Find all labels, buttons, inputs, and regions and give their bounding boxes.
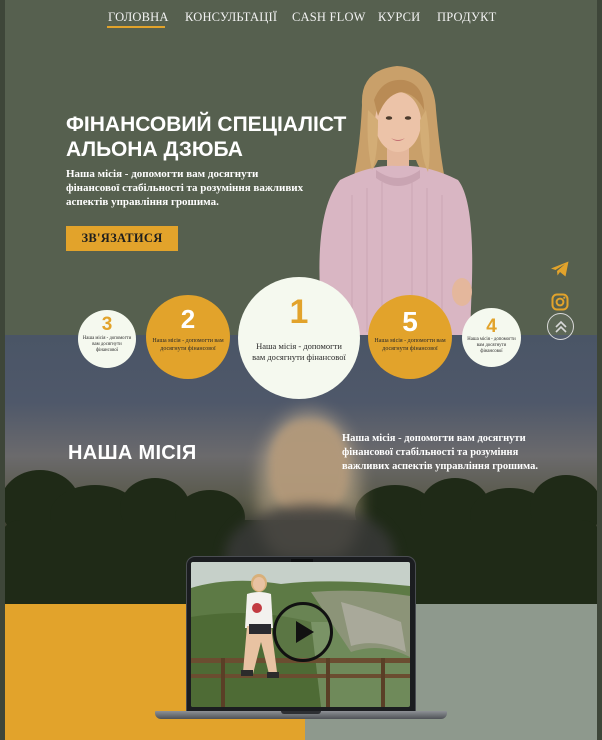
step-circle-1[interactable]: 1 Наша місія - допомогти вам досягнути ф… <box>238 277 360 399</box>
play-button[interactable] <box>273 602 333 662</box>
step-text: Наша місія - допомогти вам досягнути фін… <box>374 338 446 352</box>
step-text: Наша місія - допомогти вам досягнути фін… <box>252 341 346 362</box>
laptop-groove <box>281 711 321 714</box>
step-text: Наша місія - допомогти вам досягнути фін… <box>152 338 224 352</box>
mission-title: НАША МІСІЯ <box>68 442 197 464</box>
nav-item-consultations[interactable]: КОНСУЛЬТАЦІЇ <box>185 10 277 25</box>
nav-active-indicator <box>107 26 165 28</box>
laptop-frame <box>186 556 416 713</box>
hero-description: Наша місія - допомогти вам досягнути фін… <box>66 168 304 208</box>
page-edge-right <box>597 0 602 740</box>
step-number: 1 <box>289 293 309 331</box>
step-text: Наша місія - допомогти вам досягнути фін… <box>82 336 132 353</box>
laptop-video <box>155 556 447 724</box>
nav-item-cash-flow[interactable]: CASH FLOW <box>292 10 366 25</box>
step-circle-5[interactable]: 5 Наша місія - допомогти вам досягнути ф… <box>368 295 452 379</box>
page-edge-left <box>0 0 5 740</box>
play-icon <box>296 621 314 643</box>
step-circle-3[interactable]: 3 Наша місія - допомогти вам досягнути ф… <box>78 310 136 368</box>
step-number: 3 <box>101 314 113 335</box>
nav-item-product[interactable]: ПРОДУКТ <box>437 10 496 25</box>
step-number: 5 <box>402 306 418 337</box>
step-circle-4[interactable]: 4 Наша місія - допомогти вам досягнути ф… <box>462 308 521 367</box>
page: ГОЛОВНА КОНСУЛЬТАЦІЇ CASH FLOW КУРСИ ПРО… <box>0 0 602 740</box>
instagram-icon[interactable] <box>550 292 570 312</box>
mission-description: Наша місія - допомогти вам досягнути фін… <box>342 433 538 472</box>
step-text: Наша місія - допомогти вам досягнути фін… <box>467 337 516 354</box>
contact-button[interactable]: ЗВ'ЯЗАТИСЯ <box>66 226 178 251</box>
step-circle-2[interactable]: 2 Наша місія - допомогти вам досягнути ф… <box>146 295 230 379</box>
nav-item-courses[interactable]: КУРСИ <box>378 10 420 25</box>
telegram-icon[interactable] <box>548 258 572 280</box>
step-number: 4 <box>486 316 497 337</box>
nav-item-home[interactable]: ГОЛОВНА <box>108 10 169 25</box>
scroll-up-icon[interactable] <box>547 313 574 340</box>
step-number: 2 <box>180 304 196 334</box>
blurred-person-head <box>270 420 348 515</box>
top-nav: ГОЛОВНА КОНСУЛЬТАЦІЇ CASH FLOW КУРСИ ПРО… <box>0 10 602 30</box>
video-screen[interactable] <box>191 562 410 707</box>
